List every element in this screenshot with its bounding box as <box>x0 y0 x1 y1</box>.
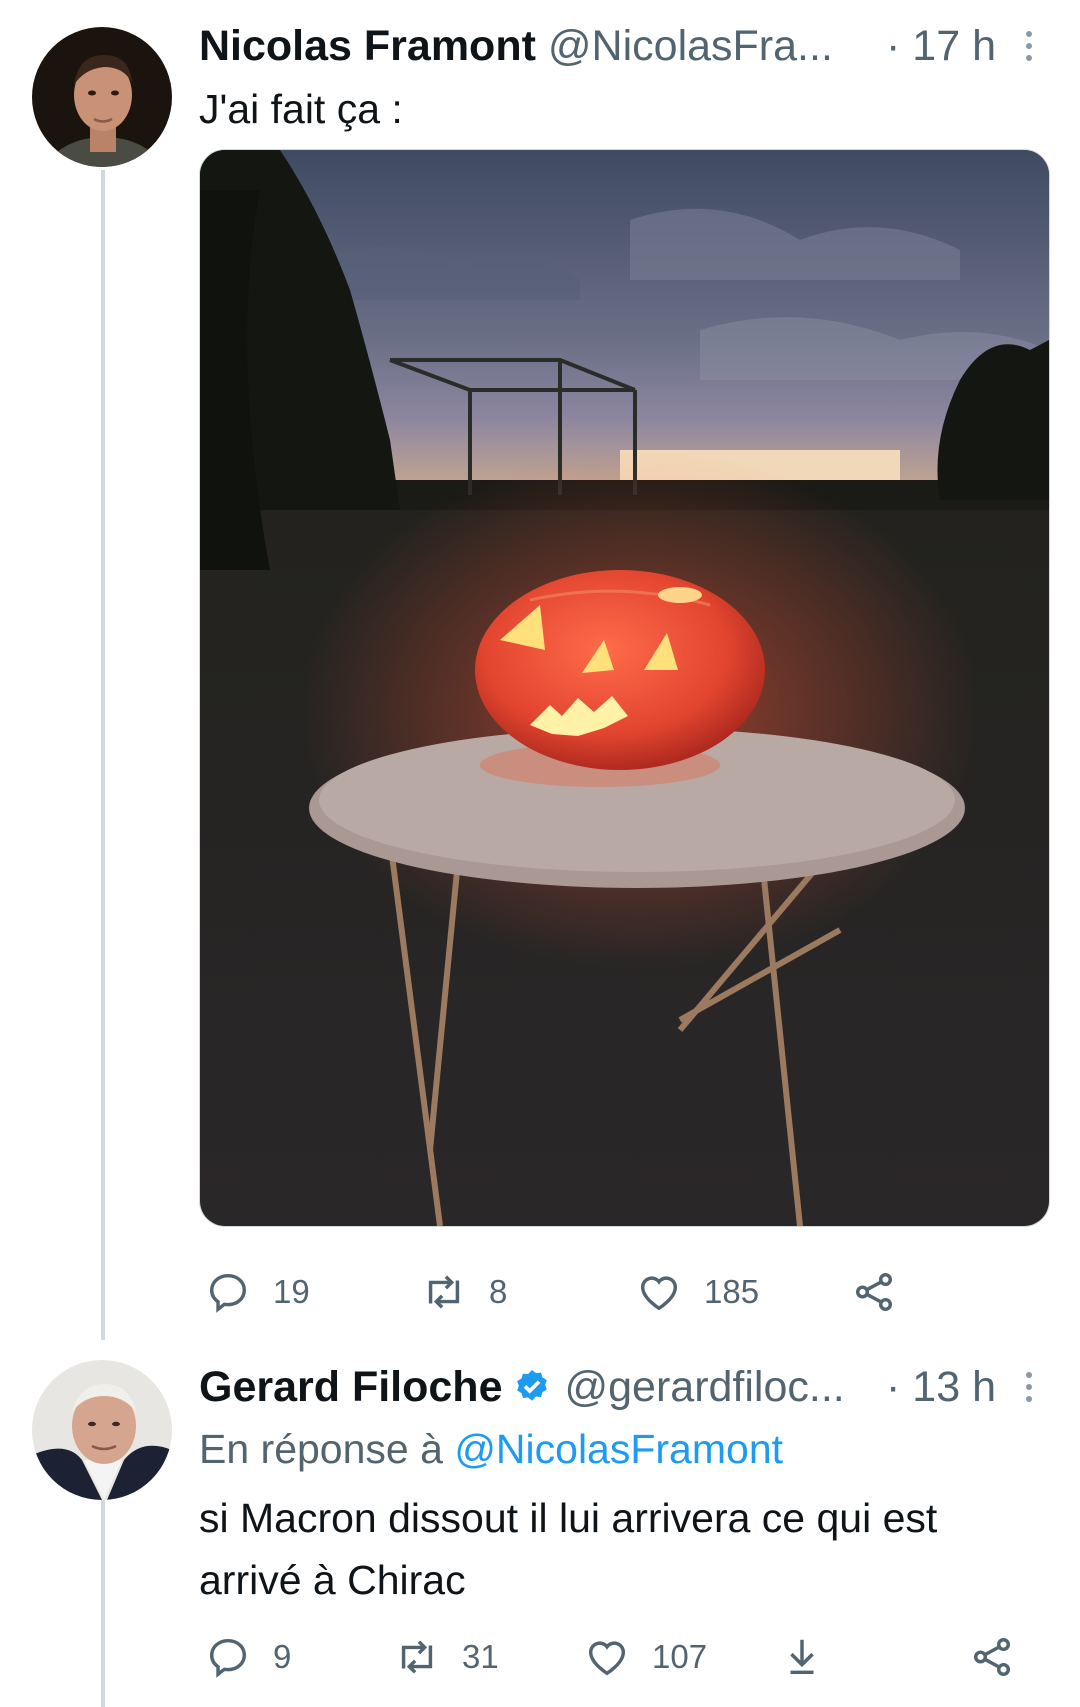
like-count: 185 <box>704 1273 760 1310</box>
retweet-icon <box>401 1640 433 1674</box>
reply-button[interactable]: 19 <box>205 1262 310 1322</box>
author-handle[interactable]: @NicolasFra... <box>548 22 833 71</box>
avatar[interactable] <box>32 1360 172 1500</box>
like-button[interactable]: 185 <box>636 1262 759 1322</box>
author-name[interactable]: Gerard Filoche <box>199 1363 502 1412</box>
retweet-button[interactable]: 8 <box>421 1262 507 1322</box>
tweet-time[interactable]: · 13 h <box>886 1363 996 1412</box>
share-button[interactable] <box>851 1262 919 1322</box>
download-button[interactable] <box>779 1627 847 1687</box>
reply-prefix: En réponse à <box>199 1426 443 1472</box>
reply-button[interactable]: 9 <box>205 1627 291 1687</box>
author-handle[interactable]: @gerardfiloc... <box>564 1363 844 1412</box>
more-icon[interactable] <box>1018 31 1040 61</box>
reply-count: 19 <box>273 1273 310 1310</box>
tweet-body-line: si Macron dissout il lui arrivera ce qui… <box>199 1495 938 1541</box>
retweet-button[interactable]: 31 <box>394 1627 499 1687</box>
reply-icon <box>209 1638 247 1678</box>
reply-count: 9 <box>273 1638 292 1675</box>
reply-icon <box>209 1273 247 1313</box>
author-name[interactable]: Nicolas Framont <box>199 22 536 71</box>
retweet-count: 31 <box>462 1638 499 1675</box>
share-icon <box>855 1273 893 1311</box>
tweet-text: J'ai fait ça : <box>199 78 1040 140</box>
retweet-count: 8 <box>489 1273 508 1310</box>
tweet-header: Gerard Filoche @gerardfiloc... · 13 h <box>199 1357 1040 1417</box>
like-icon <box>588 1641 626 1676</box>
like-button[interactable]: 107 <box>584 1627 707 1687</box>
tweet-actions: 9 31 107 <box>199 1627 1040 1687</box>
share-button[interactable] <box>969 1627 1037 1687</box>
tweet-body: J'ai fait ça : <box>199 86 403 132</box>
reply-mention-link[interactable]: @NicolasFramont <box>454 1426 783 1472</box>
reply-context: En réponse à @NicolasFramont <box>199 1418 1040 1480</box>
tweet-actions: 19 8 185 <box>199 1262 1040 1322</box>
tweet-time[interactable]: · 17 h <box>886 22 996 71</box>
thread-line <box>101 170 105 1340</box>
like-count: 107 <box>652 1638 708 1675</box>
avatar[interactable] <box>32 27 172 167</box>
thread-line <box>101 1500 105 1707</box>
tweet-text: si Macron dissout il lui arrivera ce qui… <box>199 1487 1040 1611</box>
verified-icon <box>517 1370 548 1401</box>
tweet-header: Nicolas Framont @NicolasFra... · 17 h <box>199 16 1040 76</box>
download-icon <box>790 1639 814 1675</box>
more-icon[interactable] <box>1018 1372 1040 1402</box>
share-icon <box>973 1638 1011 1676</box>
tweet-body-line: arrivé à Chirac <box>199 1557 466 1603</box>
tweet-photo[interactable] <box>199 149 1050 1227</box>
like-icon <box>640 1276 678 1311</box>
retweet-icon <box>428 1275 460 1309</box>
